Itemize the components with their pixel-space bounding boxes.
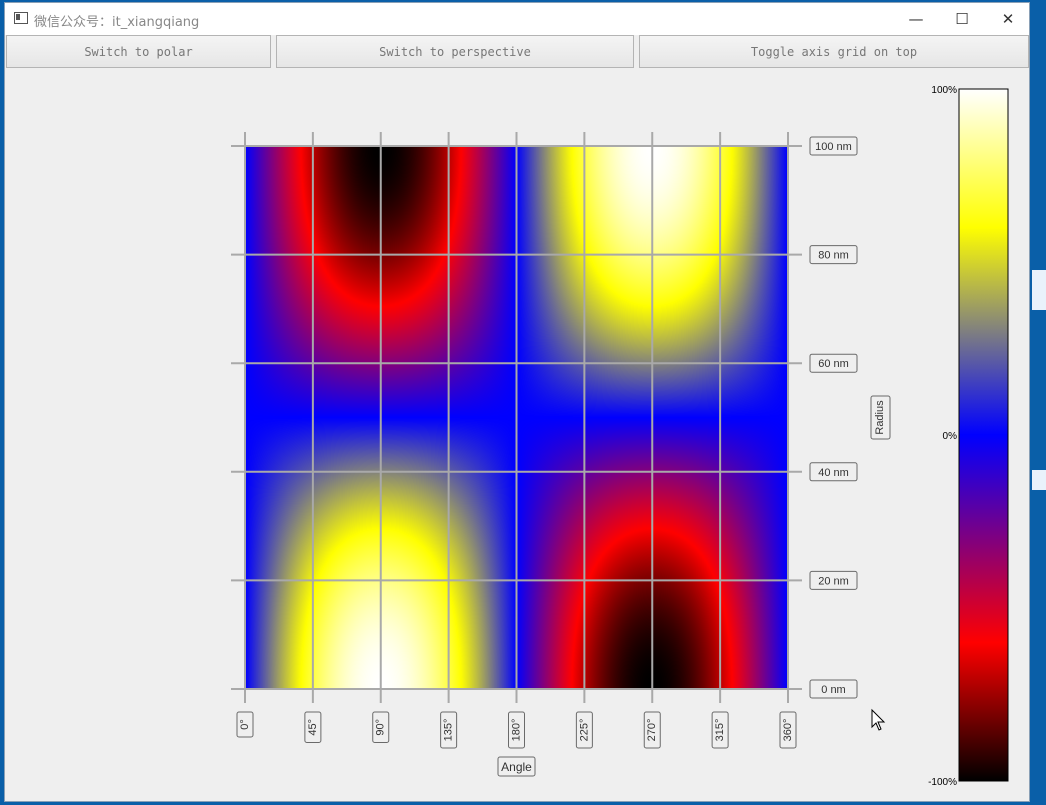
surface-graph[interactable]: 0° 45° 90° 135° 180° 225° 270° 315° 360° 0 nm 20 … (0, 0, 1046, 805)
x-axis-title: Angle (497, 756, 536, 777)
x-tick-label: 45° (304, 711, 322, 743)
x-tick-label-text: 270° (646, 719, 658, 742)
x-axis-ticks: 0° 45° 90° 135° 180° 225° 270° 315° 360° (236, 711, 797, 749)
y-tick-label-text: 20 nm (818, 575, 849, 587)
y-tick-label-text: 0 nm (821, 684, 845, 696)
color-scale: 100% 0% -100% (928, 85, 1009, 788)
y-tick-label-text: 80 nm (818, 250, 849, 262)
x-tick-label-text: 45° (307, 719, 319, 736)
y-tick-label-text: 40 nm (818, 467, 849, 479)
y-axis-title: Radius (870, 395, 891, 440)
color-scale-min-label: -100% (928, 777, 957, 788)
x-tick-label: 135° (440, 711, 458, 749)
x-tick-label: 315° (711, 711, 729, 749)
x-tick-label: 270° (643, 711, 661, 749)
x-tick-label-text: 0° (239, 719, 251, 730)
color-scale-mid-label: 0% (943, 431, 958, 442)
color-scale-max-label: 100% (931, 85, 957, 96)
x-tick-label: 90° (372, 711, 390, 743)
y-tick-label: 100 nm (809, 136, 858, 156)
x-tick-label-text: 315° (714, 719, 726, 742)
y-tick-label: 20 nm (809, 570, 858, 590)
x-tick-label: 180° (508, 711, 525, 749)
y-axis-ticks: 0 nm 20 nm 40 nm 60 nm 80 nm 100 nm (809, 136, 858, 699)
x-tick-label: 360° (779, 711, 797, 749)
y-axis-title-text: Radius (874, 400, 886, 435)
x-tick-label: 0° (236, 711, 254, 738)
color-scale-bar (958, 88, 1009, 782)
y-tick-label: 60 nm (809, 353, 858, 373)
x-tick-label-text: 90° (375, 719, 387, 736)
x-tick-label-text: 360° (782, 719, 794, 742)
y-tick-label-text: 100 nm (815, 141, 852, 153)
mouse-cursor-icon (871, 708, 886, 731)
x-axis-title-text: Angle (501, 760, 532, 774)
y-tick-label-text: 60 nm (818, 358, 849, 370)
y-tick-label: 0 nm (809, 679, 858, 699)
y-tick-label: 80 nm (809, 245, 858, 265)
x-tick-label: 225° (575, 711, 593, 749)
y-tick-label: 40 nm (809, 462, 858, 482)
x-tick-label-text: 225° (578, 719, 590, 742)
x-tick-label-text: 180° (510, 719, 522, 742)
x-tick-label-text: 135° (443, 719, 455, 742)
